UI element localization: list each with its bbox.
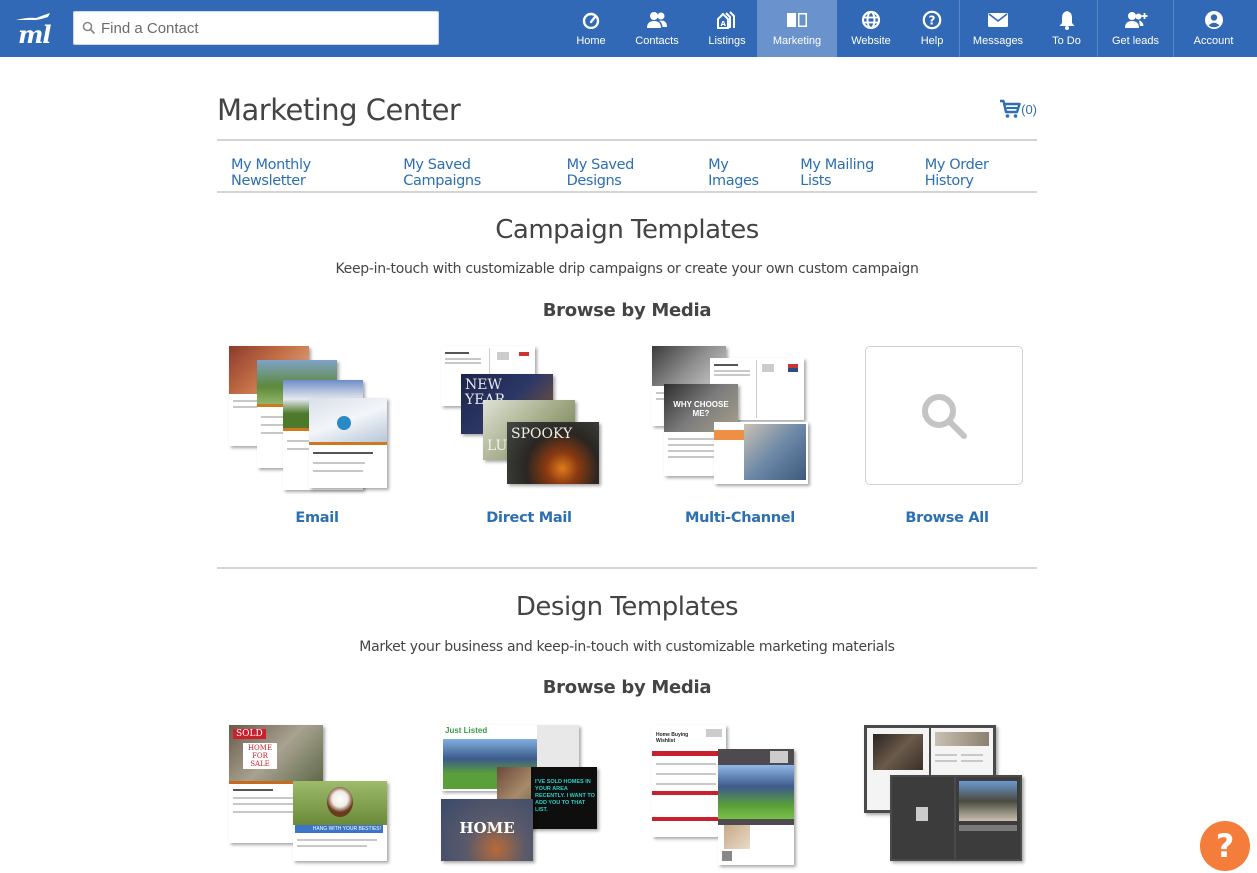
nav-label: Home bbox=[576, 35, 606, 47]
multi-channel-thumbnail: WHY CHOOSE ME? bbox=[650, 346, 830, 488]
subnav-my-saved-designs[interactable]: My Saved Designs bbox=[567, 157, 688, 189]
cart-count: (0) bbox=[1021, 101, 1037, 117]
design-tile-postcards[interactable]: Just Listed I'VE SOLD HOMES IN YOUR AREA… bbox=[439, 723, 619, 865]
svg-text:?: ? bbox=[929, 14, 936, 28]
design-templates-subtitle: Market your business and keep-in-touch w… bbox=[359, 639, 895, 655]
subnav-my-monthly-newsletter[interactable]: My Monthly Newsletter bbox=[231, 157, 383, 189]
thumb-text-hang: HANG WITH YOUR BESTIES! bbox=[295, 825, 383, 833]
nav-label: Listings bbox=[708, 35, 746, 47]
email-thumbnail bbox=[227, 346, 407, 490]
nav-label: Website bbox=[851, 35, 891, 47]
design-tile-flyers[interactable]: Home Buying Wishlist bbox=[650, 723, 830, 865]
direct-mail-thumbnail: NEWYEAR LU SPOOKY bbox=[439, 346, 619, 488]
contacts-people-icon bbox=[646, 10, 668, 30]
email-label[interactable]: Email bbox=[227, 510, 407, 526]
nav-item-listings[interactable]: A Listings bbox=[697, 0, 757, 57]
design-brochures-thumbnail bbox=[862, 723, 1042, 865]
design-tile-email[interactable]: SOLD HOME FOR SALE HANG WITH YOUR BESTIE… bbox=[227, 723, 407, 865]
subnav-my-saved-campaigns[interactable]: My Saved Campaigns bbox=[403, 157, 546, 189]
nav-label: Help bbox=[920, 35, 944, 47]
design-templates-title: Design Templates bbox=[515, 592, 739, 622]
nav-item-home[interactable]: Home bbox=[565, 0, 617, 57]
campaign-tile-direct-mail[interactable]: NEWYEAR LU SPOOKY Direct Mail bbox=[439, 346, 619, 526]
globe-icon bbox=[861, 10, 881, 30]
thumb-text-wishlist: Home Buying Wishlist bbox=[656, 732, 689, 744]
thumb-text-sold: SOLD bbox=[233, 729, 266, 739]
design-tile-brochures[interactable] bbox=[862, 723, 1042, 865]
thumb-text-sold-homes: I'VE SOLD HOMES IN YOUR AREA RECENTLY. I… bbox=[535, 779, 595, 813]
shopping-cart-icon bbox=[1000, 99, 1021, 118]
nav-label: Account bbox=[1193, 35, 1234, 47]
top-navigation-bar: ml Home Contacts A Listings bbox=[0, 0, 1257, 57]
campaign-templates-title: Campaign Templates bbox=[495, 215, 759, 245]
subnav-my-images[interactable]: My Images bbox=[708, 157, 780, 189]
account-circle-icon bbox=[1204, 10, 1224, 30]
thumb-text-home-for-sale: HOME FOR SALE bbox=[243, 743, 277, 769]
logo-text: ml bbox=[18, 20, 52, 49]
svg-text:A: A bbox=[721, 20, 727, 28]
help-question-icon: ? bbox=[1215, 827, 1235, 865]
floating-help-button[interactable]: ? bbox=[1200, 821, 1250, 871]
design-postcards-thumbnail: Just Listed I'VE SOLD HOMES IN YOUR AREA… bbox=[439, 723, 619, 865]
divider bbox=[217, 567, 1037, 569]
thumb-text-spooky: SPOOKY bbox=[511, 426, 573, 442]
multi-channel-label[interactable]: Multi-Channel bbox=[650, 510, 830, 526]
nav-item-todo[interactable]: To Do bbox=[1036, 0, 1097, 57]
thumb-text-home: HOME bbox=[459, 819, 515, 837]
subnav-my-order-history[interactable]: My Order History bbox=[925, 157, 1037, 189]
add-user-icon bbox=[1124, 10, 1148, 30]
app-logo[interactable]: ml bbox=[14, 10, 54, 49]
page-title: Marketing Center bbox=[217, 93, 461, 127]
thumb-text-why-choose-me: WHY CHOOSE ME? bbox=[673, 400, 729, 418]
nav-label: Marketing bbox=[772, 35, 822, 47]
thumb-text-new: NEW bbox=[465, 377, 502, 393]
find-contact-search[interactable] bbox=[73, 11, 439, 45]
marketing-subnav: My Monthly Newsletter My Saved Campaigns… bbox=[231, 157, 1037, 189]
thumb-text-just-listed: Just Listed bbox=[445, 726, 488, 735]
nav-label: To Do bbox=[1052, 35, 1081, 47]
browse-all-thumbnail bbox=[857, 346, 1037, 488]
design-email-thumbnail: SOLD HOME FOR SALE HANG WITH YOUR BESTIE… bbox=[227, 723, 407, 865]
campaign-tile-multi-channel[interactable]: WHY CHOOSE ME? Multi-Channel bbox=[650, 346, 830, 526]
dashboard-gauge-icon bbox=[581, 10, 601, 30]
nav-item-help[interactable]: ? Help bbox=[905, 0, 959, 57]
nav-item-get-leads[interactable]: Get leads bbox=[1098, 0, 1173, 57]
find-contact-input[interactable] bbox=[101, 19, 421, 37]
nav-item-website[interactable]: Website bbox=[837, 0, 905, 57]
marketing-book-icon bbox=[786, 10, 808, 30]
bell-icon bbox=[1058, 10, 1076, 30]
nav-item-marketing[interactable]: Marketing bbox=[757, 0, 837, 57]
subnav-my-mailing-lists[interactable]: My Mailing Lists bbox=[800, 157, 905, 189]
listings-houses-icon: A bbox=[717, 10, 737, 30]
nav-label: Contacts bbox=[635, 35, 679, 47]
thumb-text-lu: LU bbox=[487, 438, 508, 454]
campaign-browse-heading: Browse by Media bbox=[542, 300, 712, 321]
divider bbox=[217, 191, 1037, 193]
magnifier-icon bbox=[922, 393, 967, 439]
search-icon bbox=[82, 21, 96, 35]
envelope-icon bbox=[987, 10, 1009, 30]
cart-button[interactable]: (0) bbox=[999, 99, 1037, 119]
nav-label: Messages bbox=[972, 35, 1024, 47]
design-flyers-thumbnail: Home Buying Wishlist bbox=[650, 723, 830, 865]
main-nav: Home Contacts A Listings Marketing Websi… bbox=[565, 0, 1253, 57]
direct-mail-label[interactable]: Direct Mail bbox=[439, 510, 619, 526]
nav-item-contacts[interactable]: Contacts bbox=[617, 0, 697, 57]
campaign-tile-browse-all[interactable]: Browse All bbox=[857, 346, 1037, 526]
browse-all-label[interactable]: Browse All bbox=[857, 510, 1037, 526]
campaign-tile-email[interactable]: Email bbox=[227, 346, 407, 526]
campaign-templates-subtitle: Keep-in-touch with customizable drip cam… bbox=[335, 261, 919, 277]
nav-item-account[interactable]: Account bbox=[1174, 0, 1253, 57]
browse-all-box[interactable] bbox=[865, 346, 1023, 485]
divider bbox=[217, 139, 1037, 141]
nav-item-messages[interactable]: Messages bbox=[960, 0, 1036, 57]
help-circle-icon: ? bbox=[922, 10, 942, 30]
nav-label: Get leads bbox=[1111, 35, 1160, 47]
design-browse-heading: Browse by Media bbox=[542, 677, 712, 698]
